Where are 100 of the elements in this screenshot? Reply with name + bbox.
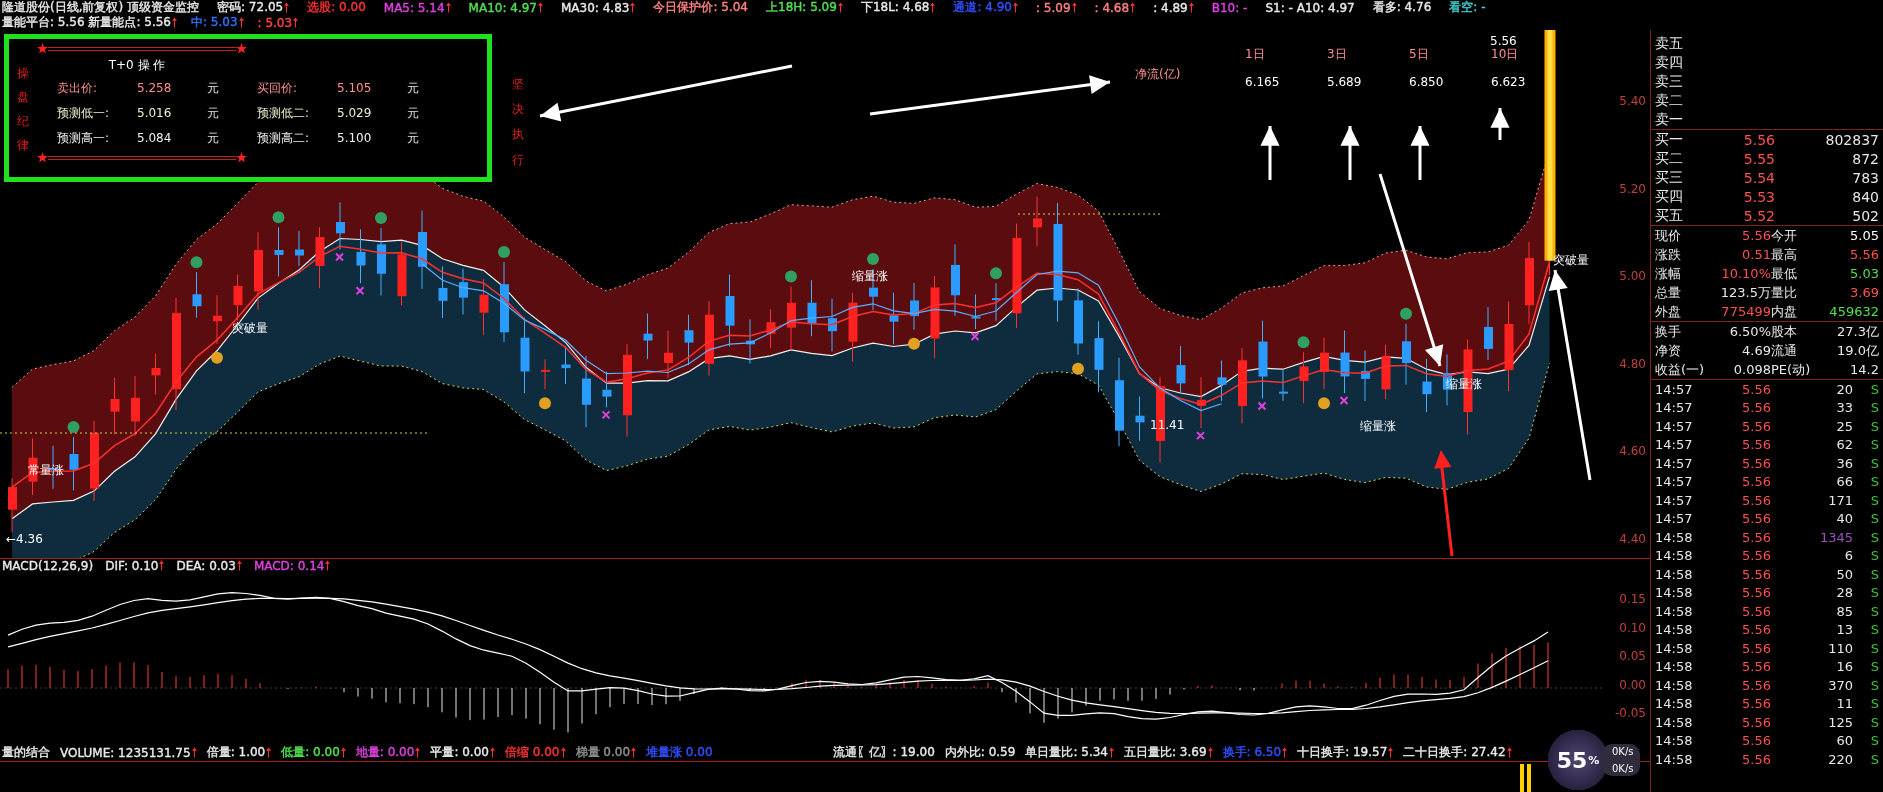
tick-side: S xyxy=(1869,622,1879,638)
indicator-value: 内外比: 0.59 xyxy=(944,744,1016,761)
indicator-value: DEA: 0.03 xyxy=(176,558,236,573)
tick-time: 14:58 xyxy=(1655,733,1694,749)
candlestick xyxy=(766,308,776,349)
tick-side: S xyxy=(1869,492,1879,508)
tick-time: 14:57 xyxy=(1655,418,1694,434)
quote-label: 量比 xyxy=(1771,283,1798,302)
quote-label: 净资 xyxy=(1655,341,1682,360)
order-volume: 502 xyxy=(1851,207,1879,224)
candlestick xyxy=(1217,359,1227,402)
tick-time: 14:58 xyxy=(1655,640,1694,656)
up-arrow-icon xyxy=(415,747,421,758)
net-flow-label: 净流(亿) xyxy=(1135,66,1182,83)
up-arrow-icon xyxy=(631,747,637,758)
side-label: 操盘纪律 xyxy=(17,65,29,154)
indicator-value: MACD(12,26,9) xyxy=(2,558,94,573)
up-arrow-icon xyxy=(1282,747,1288,758)
quote-value: 6.50% xyxy=(1728,324,1771,339)
quote-value: 14.2 xyxy=(1849,362,1879,377)
indicator-value: : 4.68 xyxy=(1094,0,1130,15)
indicator-value: 堆量涨 0.00 xyxy=(646,744,713,761)
order-volume: 872 xyxy=(1851,150,1879,167)
indicator-value: S1: - A10: 4.97 xyxy=(1265,0,1355,15)
signal-marker xyxy=(375,212,387,225)
candlestick xyxy=(131,375,140,437)
indicator-value: 换手: 6.50 xyxy=(1222,744,1282,761)
indicator-value: 单日量比: 5.34 xyxy=(1025,744,1108,761)
axis-tick-label: 4.60 xyxy=(1619,444,1646,459)
tick-price: 5.56 xyxy=(1741,400,1771,416)
candlestick xyxy=(1422,358,1432,413)
indicator-value: 流通〖亿〗: 19.00 xyxy=(832,744,935,761)
field-value: 5.100 xyxy=(337,131,373,145)
tick-price: 5.56 xyxy=(1741,492,1771,508)
up-arrow-icon xyxy=(293,17,299,28)
candlestick xyxy=(213,294,222,345)
quote-value: 5.05 xyxy=(1849,228,1879,243)
indicator-value: MA30: 4.83 xyxy=(561,0,630,15)
up-arrow-icon xyxy=(489,747,495,758)
candlestick xyxy=(848,292,858,363)
tick-volume: 62 xyxy=(1835,437,1853,453)
unit-label: 元 xyxy=(407,79,420,97)
candlestick xyxy=(459,268,468,315)
tick-side: S xyxy=(1869,437,1879,453)
indicator-value: : 5.03 xyxy=(257,15,293,30)
quote-value: 5.56 xyxy=(1741,228,1771,243)
tick-time: 14:57 xyxy=(1655,381,1694,397)
signal-marker xyxy=(67,421,80,434)
tick-time: 14:57 xyxy=(1655,437,1694,453)
up-arrow-icon xyxy=(266,747,272,758)
tick-side: S xyxy=(1869,455,1879,471)
candlestick xyxy=(807,279,817,337)
tick-volume: 220 xyxy=(1827,751,1853,767)
candlestick xyxy=(479,278,489,336)
up-arrow-icon xyxy=(236,560,242,571)
tick-price: 5.56 xyxy=(1741,437,1771,453)
indicator-value: 低量: 0.00 xyxy=(281,744,340,761)
quote-label: 股本 xyxy=(1771,322,1798,341)
cross-marker xyxy=(970,332,980,341)
tick-volume: 50 xyxy=(1835,566,1853,582)
candlestick xyxy=(295,230,304,267)
tick-volume: 110 xyxy=(1827,640,1853,656)
candlestick xyxy=(438,265,448,319)
cross-marker xyxy=(601,410,611,420)
rate-value: 0K/s xyxy=(1612,746,1634,757)
signal-marker xyxy=(498,245,510,258)
axis-tick-label: 5.40 xyxy=(1619,94,1646,108)
order-level-label: 买三 xyxy=(1655,168,1684,187)
tick-side: S xyxy=(1869,474,1879,490)
candlestick xyxy=(828,298,837,352)
up-arrow-icon xyxy=(445,2,451,13)
order-price: 5.53 xyxy=(1742,188,1775,205)
field-value: 5.016 xyxy=(137,106,173,120)
indicator-value: 选股: 0.00 xyxy=(307,0,366,16)
indicator-value: DIF: 0.10 xyxy=(105,558,159,573)
chart-label: 突破量 xyxy=(1553,252,1589,269)
candlestick xyxy=(1197,376,1206,429)
axis-tick-label: -0.05 xyxy=(1614,706,1646,720)
order-volume: 802837 xyxy=(1824,131,1879,148)
axis-tick-label: 0.00 xyxy=(1619,677,1646,692)
tick-price: 5.56 xyxy=(1741,603,1771,619)
tick-price: 5.56 xyxy=(1741,659,1771,675)
candlestick xyxy=(643,313,653,360)
tick-side: S xyxy=(1869,511,1879,527)
order-level-label: 买四 xyxy=(1655,187,1684,206)
signal-marker xyxy=(867,252,879,265)
signal-marker xyxy=(272,211,285,224)
candlestick xyxy=(151,353,161,395)
tick-time: 14:58 xyxy=(1655,566,1694,582)
indicator-value: 下18L: 4.68 xyxy=(860,0,930,16)
field-label: 买回价: xyxy=(257,79,299,97)
quote-value: 0.51 xyxy=(1741,247,1771,262)
tick-time: 14:58 xyxy=(1655,585,1694,601)
period-label: 5日 xyxy=(1409,46,1430,63)
candlestick xyxy=(787,285,796,351)
order-volume: 783 xyxy=(1851,169,1879,186)
tick-price: 5.56 xyxy=(1741,418,1771,434)
quote-label: 收益(一) xyxy=(1655,360,1706,379)
field-label: 预测高二: xyxy=(257,129,311,147)
chart-label: 缩量涨 xyxy=(1360,418,1396,435)
